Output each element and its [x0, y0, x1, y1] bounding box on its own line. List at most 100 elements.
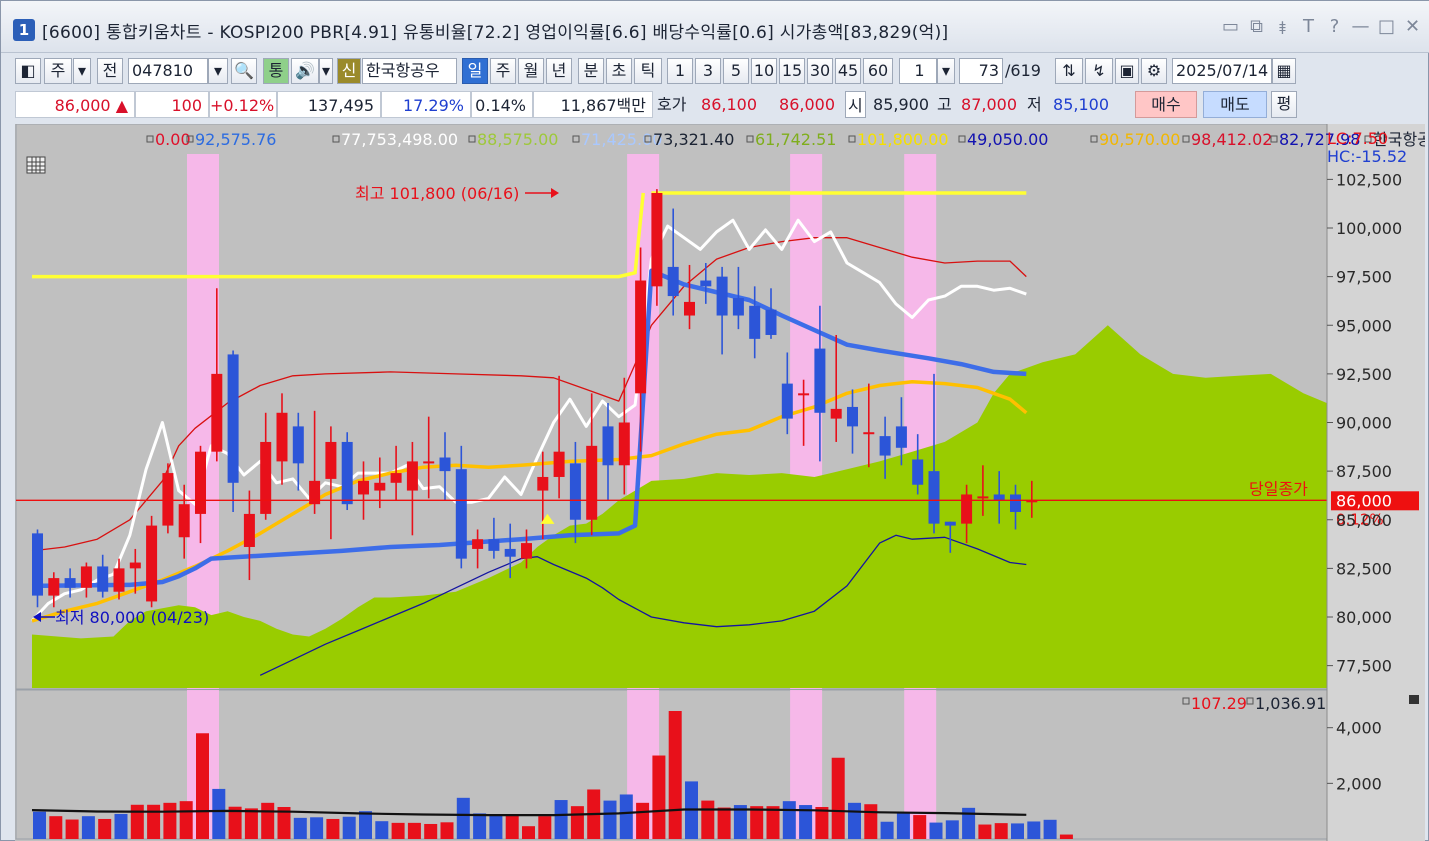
interval-custom-dropdown-icon[interactable]: ▾ [937, 58, 955, 84]
ask-price: 86,000 [779, 95, 835, 114]
volume-bar [196, 733, 209, 839]
interval-10[interactable]: 10 [751, 58, 777, 84]
chart-area[interactable]: 86,000 0.12% 102,500 100,000 97,500 95,000 92,… [15, 124, 1425, 841]
minimize-icon[interactable]: — [1351, 16, 1370, 46]
copy-window-icon[interactable]: ⧉ [1247, 16, 1266, 46]
candle-body [749, 305, 761, 339]
maximize-icon[interactable]: □ [1377, 16, 1396, 46]
stock-code-input[interactable]: 047810 [128, 58, 208, 84]
volume-bar [473, 813, 487, 839]
sell-button[interactable]: 매도 [1203, 91, 1267, 118]
period-main-dropdown-icon[interactable]: ▾ [73, 58, 91, 84]
candle-body [162, 473, 174, 526]
chart-type-icon[interactable]: ⇅ [1055, 58, 1083, 84]
stock-name-field[interactable]: 한국항공우 [362, 58, 457, 84]
volume-bar [407, 822, 421, 839]
candle-body [977, 496, 989, 499]
candle-body [374, 482, 386, 491]
indicator-legend-value: 73,321.40 [653, 130, 734, 149]
interval-60[interactable]: 60 [863, 58, 893, 84]
help-icon[interactable]: ? [1325, 16, 1344, 46]
candle-body [32, 533, 43, 596]
volume-bar [342, 816, 356, 839]
font-icon[interactable]: T [1299, 16, 1318, 46]
calendar-icon[interactable]: ▦ [1272, 58, 1296, 84]
volume-bar [831, 757, 845, 839]
tab-period-week[interactable]: 주 [490, 58, 516, 84]
candle-body [618, 422, 630, 466]
candle-body [423, 461, 435, 464]
chart-toolbar: ◧ 주 ▾ 전 047810 ▾ 🔍 통 🔊 ▾ 신 한국항공우 일 주 월 년… [15, 58, 1305, 86]
buy-button[interactable]: 매수 [1135, 91, 1197, 118]
volume-bar [505, 815, 519, 839]
tab-period-minute[interactable]: 분 [578, 58, 604, 84]
interval-custom-input[interactable]: 1 [899, 58, 937, 84]
candle-body [700, 280, 712, 287]
speaker-icon[interactable]: 🔊 [291, 58, 319, 84]
candle-body [912, 459, 924, 485]
volume-bar [489, 815, 503, 839]
tab-period-year[interactable]: 년 [546, 58, 572, 84]
volume-bar [636, 802, 650, 839]
stock-code-dropdown-icon[interactable]: ▾ [208, 58, 228, 84]
gear-icon[interactable]: ⚙ [1141, 58, 1167, 84]
tab-period-month[interactable]: 월 [518, 58, 544, 84]
high-label: 고 [937, 95, 952, 114]
data-count-input[interactable]: 73 [959, 58, 1003, 84]
window-number-badge[interactable]: 1 [13, 19, 35, 41]
candle-body [961, 494, 973, 524]
tong-button[interactable]: 통 [263, 58, 289, 84]
period-prev-button[interactable]: 전 [97, 58, 123, 84]
price-axis-label: 92,500 [1336, 365, 1392, 384]
eval-button[interactable]: 평 [1271, 91, 1297, 118]
period-low-label: 최저 80,000 (04/23) [55, 608, 209, 627]
open-price: 85,900 [873, 95, 929, 114]
price-axis-label: 95,000 [1336, 316, 1392, 335]
volume-bar [815, 807, 829, 839]
volume-bar [880, 821, 894, 839]
interval-3[interactable]: 3 [695, 58, 721, 84]
grid-toggle-icon [26, 156, 46, 174]
chart-menu-icon[interactable]: ◧ [15, 58, 41, 84]
tab-period-tick[interactable]: 틱 [634, 58, 662, 84]
interval-45[interactable]: 45 [835, 58, 861, 84]
sin-button[interactable]: 신 [337, 58, 361, 84]
volume-bar [929, 822, 943, 839]
interval-30[interactable]: 30 [807, 58, 833, 84]
save-icon[interactable]: ▣ [1115, 58, 1139, 84]
indicator-icon[interactable]: ↯ [1085, 58, 1113, 84]
indicator-legend-value: 88,575.00 [477, 130, 558, 149]
interval-5[interactable]: 5 [723, 58, 749, 84]
volume-bar [896, 812, 910, 839]
candle-body [586, 445, 598, 520]
link-window-icon[interactable]: ▭ [1221, 16, 1240, 46]
candle-body [504, 548, 516, 557]
pin-icon[interactable]: ⯒ [1273, 16, 1292, 46]
date-input[interactable]: 2025/07/14 [1172, 58, 1272, 84]
candlestick-chart[interactable]: 86,0000.12%102,500100,00097,50095,00092,… [15, 124, 1425, 841]
candle-body [406, 461, 418, 491]
candle-body [667, 266, 679, 297]
window-title: [6600] 통합키움차트 - KOSPI200 PBR[4.91] 유통비율[… [42, 23, 949, 43]
tab-period-second[interactable]: 초 [606, 58, 632, 84]
tab-period-day[interactable]: 일 [462, 58, 488, 84]
volume-pane [15, 689, 1328, 840]
search-icon[interactable]: 🔍 [231, 58, 257, 84]
period-main-button[interactable]: 주 [44, 58, 72, 84]
volume-value: 137,495 [277, 91, 381, 118]
volume-bar [1059, 834, 1073, 839]
volume-bar [978, 824, 992, 839]
candle-body [684, 301, 695, 316]
volume-bar [359, 811, 372, 839]
volume-bar [717, 807, 731, 839]
volume-bar [440, 822, 454, 839]
interval-15[interactable]: 15 [779, 58, 805, 84]
candle-body [944, 521, 956, 526]
close-icon[interactable]: ✕ [1403, 16, 1422, 46]
current-price-tag-text: 86,000 [1336, 491, 1392, 510]
volume-bar [391, 822, 405, 839]
interval-1[interactable]: 1 [667, 58, 693, 84]
speaker-dropdown-icon[interactable]: ▾ [319, 58, 333, 84]
volume-bar [114, 813, 128, 839]
price-axis-label: 82,500 [1336, 559, 1392, 578]
